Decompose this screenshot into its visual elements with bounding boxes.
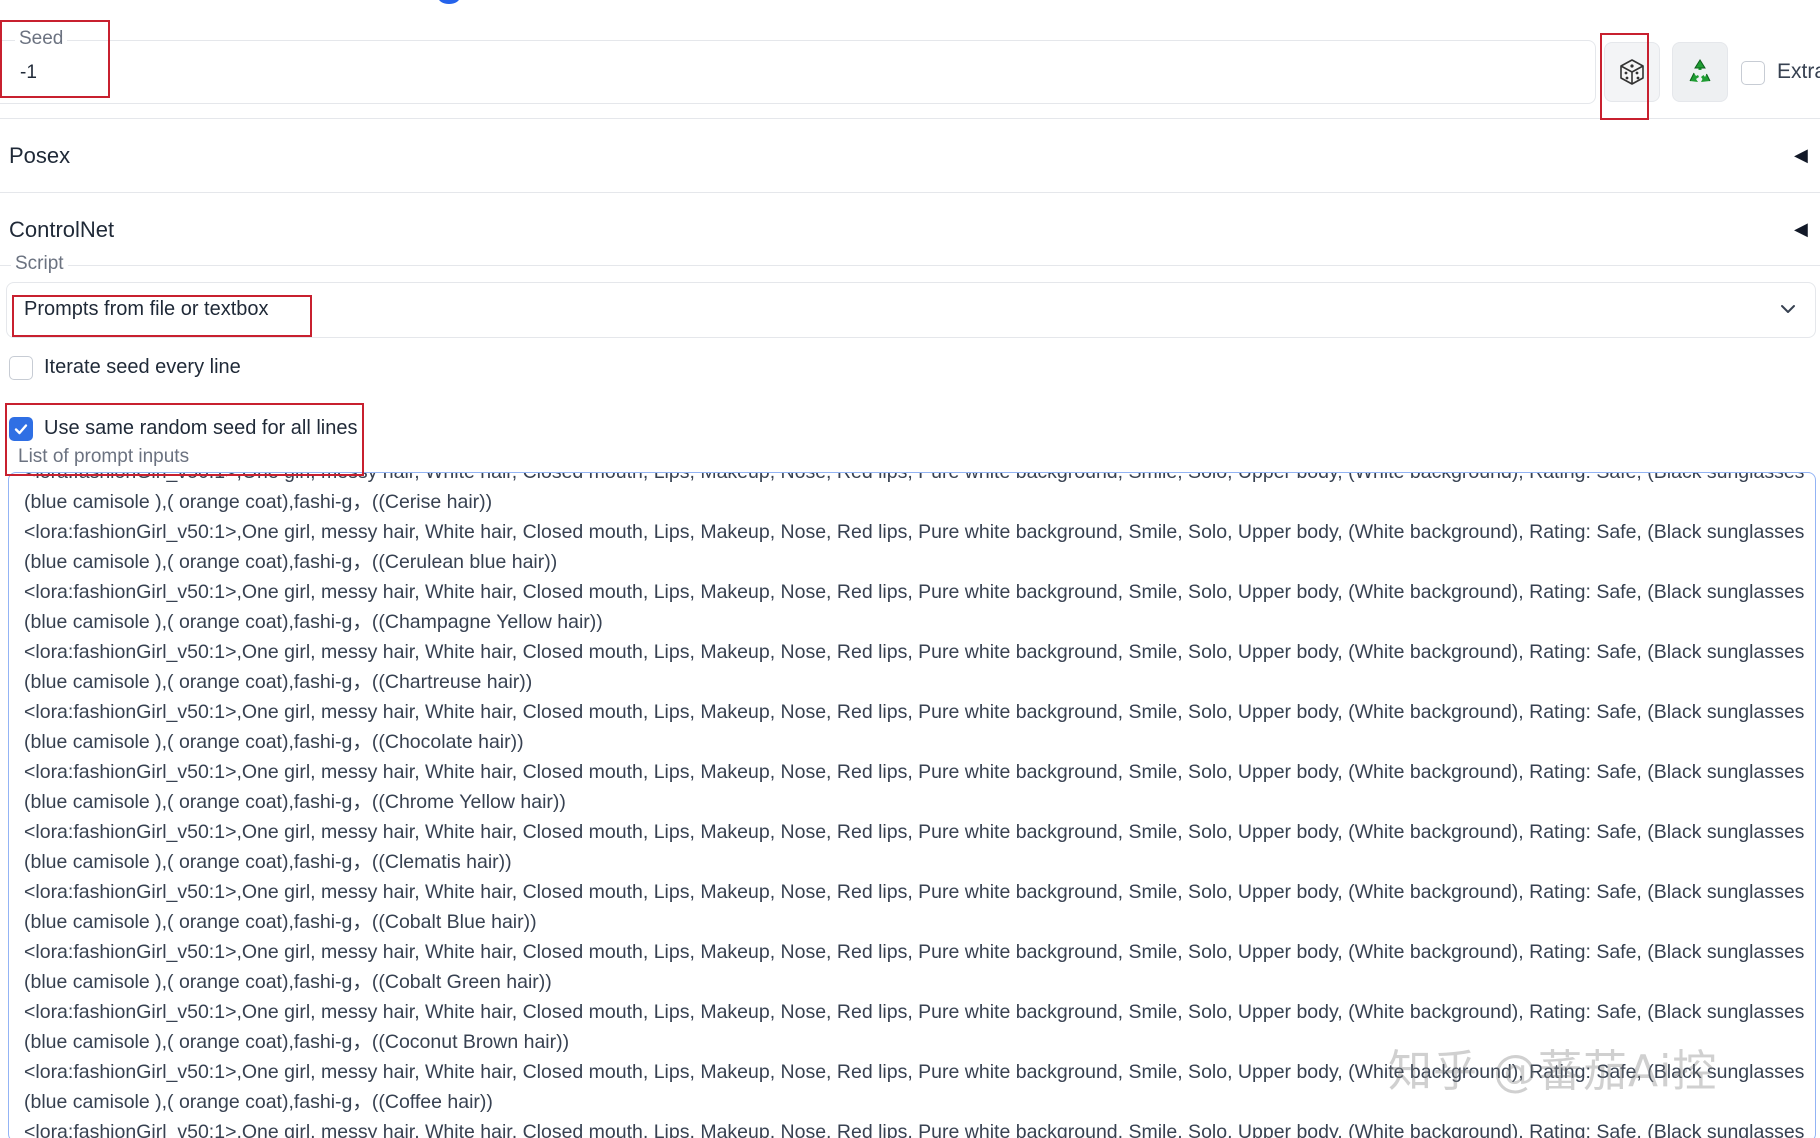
prompt-line: <lora:fashionGirl_v50:1>,One girl, messy… xyxy=(24,1001,1804,1023)
checkmark-icon xyxy=(14,424,28,435)
divider xyxy=(0,192,1820,193)
script-dropdown-value[interactable]: Prompts from file or textbox xyxy=(24,298,269,321)
prompt-line: (blue camisole ),( orange coat),fashi-g，… xyxy=(24,611,603,633)
prompt-line: (blue camisole ),( orange coat),fashi-g，… xyxy=(24,911,537,933)
reuse-seed-button[interactable] xyxy=(1672,42,1728,102)
seed-input[interactable] xyxy=(10,58,1570,88)
prompt-line: <lora:fashionGirl_v50:1>,One girl, messy… xyxy=(24,472,1804,483)
accordion-posex-title[interactable]: Posex xyxy=(9,143,70,169)
divider xyxy=(0,265,1820,266)
iterate-seed-label: Iterate seed every line xyxy=(44,356,241,378)
script-label: Script xyxy=(11,253,68,275)
prompt-line: (blue camisole ),( orange coat),fashi-g，… xyxy=(24,491,493,513)
prompt-line: <lora:fashionGirl_v50:1>,One girl, messy… xyxy=(24,521,1804,543)
script-dropdown[interactable] xyxy=(6,282,1816,338)
prompt-line: <lora:fashionGirl_v50:1>,One girl, messy… xyxy=(24,581,1804,603)
accordion-posex-toggle-icon[interactable]: ◀ xyxy=(1794,145,1808,166)
prompt-line: (blue camisole ),( orange coat),fashi-g，… xyxy=(24,731,524,753)
watermark: 知乎 @蕃茄Ai控 xyxy=(1388,1046,1718,1097)
accordion-controlnet-toggle-icon[interactable]: ◀ xyxy=(1794,219,1808,240)
prompt-inputs-label: List of prompt inputs xyxy=(18,446,190,467)
prompt-line: (blue camisole ),( orange coat),fashi-g，… xyxy=(24,671,533,693)
prompt-line: (blue camisole ),( orange coat),fashi-g，… xyxy=(24,971,552,993)
progress-indicator-dot xyxy=(438,0,460,4)
accordion-controlnet-title[interactable]: ControlNet xyxy=(9,217,114,243)
prompt-line: <lora:fashionGirl_v50:1>,One girl, messy… xyxy=(24,941,1804,963)
extra-seed-checkbox[interactable] xyxy=(1741,61,1765,85)
seed-label: Seed xyxy=(15,28,68,50)
same-seed-checkbox[interactable] xyxy=(9,417,33,441)
prompt-line: <lora:fashionGirl_v50:1>,One girl, messy… xyxy=(24,821,1804,843)
iterate-seed-checkbox[interactable] xyxy=(9,356,33,380)
prompt-line: <lora:fashionGirl_v50:1>,One girl, messy… xyxy=(24,701,1804,723)
prompt-line: <lora:fashionGirl_v50:1>,One girl, messy… xyxy=(24,641,1804,663)
extra-seed-label: Extra xyxy=(1777,60,1820,83)
same-seed-label: Use same random seed for all lines xyxy=(44,417,358,439)
chevron-down-icon[interactable] xyxy=(1779,300,1797,318)
dice-icon xyxy=(1620,59,1644,85)
prompt-line: <lora:fashionGirl_v50:1>,One girl, messy… xyxy=(24,1121,1804,1138)
prompt-line: (blue camisole ),( orange coat),fashi-g，… xyxy=(24,851,512,873)
prompt-line: <lora:fashionGirl_v50:1>,One girl, messy… xyxy=(24,761,1804,783)
prompt-line: (blue camisole ),( orange coat),fashi-g，… xyxy=(24,791,566,813)
prompt-line: (blue camisole ),( orange coat),fashi-g，… xyxy=(24,551,558,573)
recycle-icon xyxy=(1689,59,1711,82)
prompt-line: <lora:fashionGirl_v50:1>,One girl, messy… xyxy=(24,881,1804,903)
divider xyxy=(0,118,1820,119)
random-seed-button[interactable] xyxy=(1604,42,1660,102)
